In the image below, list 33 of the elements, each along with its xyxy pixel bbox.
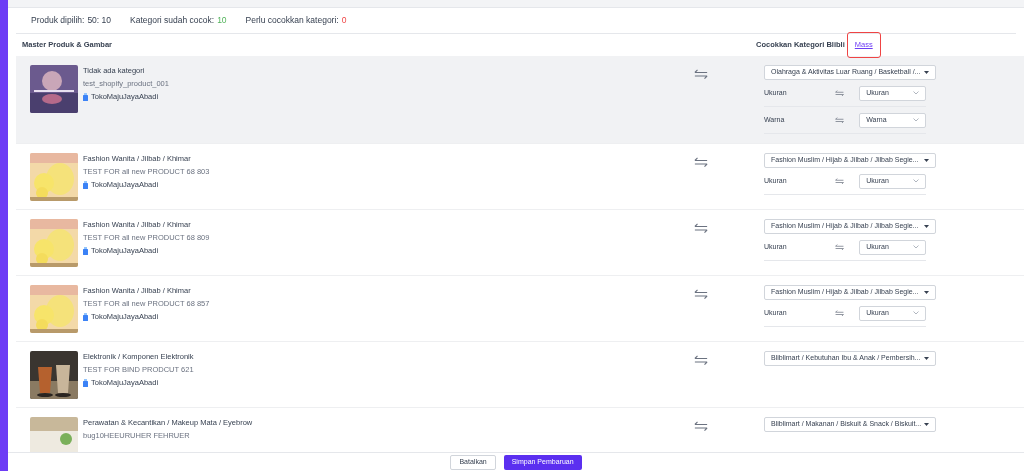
chevron-down-icon	[913, 118, 919, 122]
summary-label: Produk dipilih:	[31, 14, 85, 27]
swap-icon	[694, 69, 708, 80]
swap-icon	[835, 177, 845, 185]
swap-icon	[694, 355, 708, 366]
bag-icon	[83, 181, 88, 189]
caret-icon	[924, 291, 929, 294]
caret-icon	[924, 159, 929, 162]
summary-value: 0	[341, 14, 347, 27]
swap-icon	[835, 89, 845, 97]
chevron-down-icon	[913, 179, 919, 183]
bag-icon	[83, 379, 88, 387]
summary-label: Kategori sudah cocok:	[130, 14, 215, 27]
swap-icon	[694, 157, 708, 168]
bag-icon	[83, 93, 88, 101]
swap-icon	[835, 243, 845, 251]
chevron-down-icon	[913, 91, 919, 95]
summary-value: 10	[217, 14, 227, 27]
chevron-down-icon	[913, 311, 919, 315]
swap-icon	[694, 289, 708, 300]
swap-icon	[694, 223, 708, 234]
swap-icon	[835, 116, 845, 124]
bag-icon	[83, 313, 88, 321]
summary-value: 50: 10	[87, 14, 112, 27]
caret-icon	[924, 423, 929, 426]
chevron-down-icon	[913, 245, 919, 249]
caret-icon	[924, 357, 929, 360]
swap-icon	[694, 421, 708, 432]
swap-icon	[835, 309, 845, 317]
summary-label: Perlu cocokkan kategori:	[245, 14, 339, 27]
caret-icon	[924, 225, 929, 228]
bag-icon	[83, 247, 88, 255]
caret-icon	[924, 71, 929, 74]
